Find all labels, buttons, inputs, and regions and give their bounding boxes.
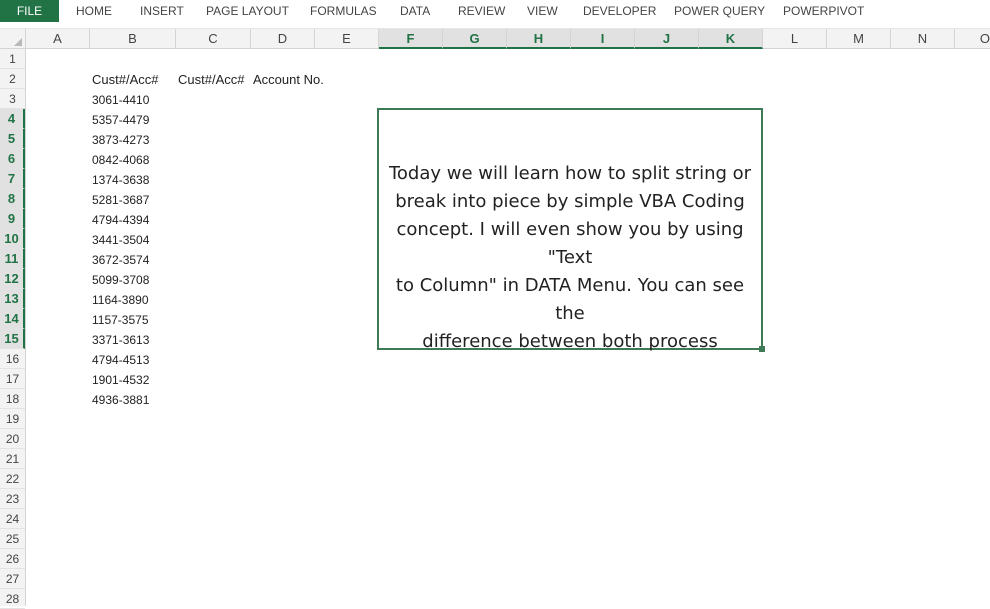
text-box-line: Today we will learn how to split string … — [388, 163, 752, 184]
ribbon-tab-bar: FILE HOME INSERT PAGE LAYOUT FORMULAS DA… — [0, 0, 990, 22]
column-header-k[interactable]: K — [699, 29, 763, 49]
cell-b6[interactable]: 0842-4068 — [92, 150, 149, 170]
column-header-h[interactable]: H — [507, 29, 571, 49]
tab-page-layout[interactable]: PAGE LAYOUT — [206, 0, 289, 22]
row-header-28[interactable]: 28 — [0, 589, 25, 609]
tab-data[interactable]: DATA — [400, 0, 430, 22]
cell-b7[interactable]: 1374-3638 — [92, 170, 149, 190]
cell-b8[interactable]: 5281-3687 — [92, 190, 149, 210]
column-header-e[interactable]: E — [315, 29, 379, 49]
cell-b12[interactable]: 5099-3708 — [92, 270, 149, 290]
column-header-j[interactable]: J — [635, 29, 699, 49]
text-box-line: difference between both process — [422, 331, 718, 352]
row-header-21[interactable]: 21 — [0, 449, 25, 469]
tab-developer[interactable]: DEVELOPER — [583, 0, 656, 22]
tab-home[interactable]: HOME — [76, 0, 112, 22]
cell-b10[interactable]: 3441-3504 — [92, 230, 149, 250]
row-header-3[interactable]: 3 — [0, 89, 25, 109]
text-box-line: to Column" in DATA Menu. You can see the — [395, 275, 745, 324]
column-header-n[interactable]: N — [891, 29, 955, 49]
row-header-4[interactable]: 4 — [0, 109, 25, 129]
row-header-1[interactable]: 1 — [0, 49, 25, 69]
row-header-8[interactable]: 8 — [0, 189, 25, 209]
cell-b9[interactable]: 4794-4394 — [92, 210, 149, 230]
tab-insert[interactable]: INSERT — [140, 0, 184, 22]
column-header-a[interactable]: A — [26, 29, 90, 49]
cell-b15[interactable]: 3371-3613 — [92, 330, 149, 350]
column-header-d[interactable]: D — [251, 29, 315, 49]
text-box-content: Today we will learn how to split string … — [379, 160, 761, 356]
cell-b5[interactable]: 3873-4273 — [92, 130, 149, 150]
row-header-15[interactable]: 15 — [0, 329, 25, 349]
select-all-button[interactable] — [0, 29, 26, 49]
column-header-b[interactable]: B — [90, 29, 176, 49]
resize-handle[interactable] — [759, 346, 765, 352]
column-header-f[interactable]: F — [379, 29, 443, 49]
column-header-c[interactable]: C — [176, 29, 251, 49]
row-header-23[interactable]: 23 — [0, 489, 25, 509]
column-header-o[interactable]: O — [955, 29, 990, 49]
row-header-bar: 1 2 3 4 5 6 7 8 9 10 11 12 13 14 15 16 1… — [0, 49, 26, 609]
cell-b11[interactable]: 3672-3574 — [92, 250, 149, 270]
cell-d2[interactable]: Account No. — [253, 70, 324, 90]
select-all-triangle-icon — [14, 38, 22, 46]
column-header-g[interactable]: G — [443, 29, 507, 49]
column-header-bar: A B C D E F G H I J K L M N O — [0, 28, 990, 49]
text-box-line: break into piece by simple VBA Coding — [395, 191, 745, 212]
tab-formulas[interactable]: FORMULAS — [310, 0, 377, 22]
text-box-line: concept. I will even show you by using "… — [396, 219, 744, 268]
cell-b14[interactable]: 1157-3575 — [92, 310, 149, 330]
cell-b16[interactable]: 4794-4513 — [92, 350, 149, 370]
text-box-shape[interactable]: Today we will learn how to split string … — [377, 108, 765, 352]
row-header-19[interactable]: 19 — [0, 409, 25, 429]
row-header-11[interactable]: 11 — [0, 249, 25, 269]
row-header-26[interactable]: 26 — [0, 549, 25, 569]
row-header-10[interactable]: 10 — [0, 229, 25, 249]
row-header-5[interactable]: 5 — [0, 129, 25, 149]
cell-c2[interactable]: Cust#/Acc# — [178, 70, 244, 90]
row-header-7[interactable]: 7 — [0, 169, 25, 189]
cell-b18[interactable]: 4936-3881 — [92, 390, 149, 410]
cell-b13[interactable]: 1164-3890 — [92, 290, 149, 310]
row-header-2[interactable]: 2 — [0, 69, 25, 89]
row-header-18[interactable]: 18 — [0, 389, 25, 409]
row-header-16[interactable]: 16 — [0, 349, 25, 369]
tab-review[interactable]: REVIEW — [458, 0, 505, 22]
row-header-27[interactable]: 27 — [0, 569, 25, 589]
row-header-25[interactable]: 25 — [0, 529, 25, 549]
cell-b3[interactable]: 3061-4410 — [92, 90, 149, 110]
tab-power-query[interactable]: POWER QUERY — [674, 0, 765, 22]
row-header-6[interactable]: 6 — [0, 149, 25, 169]
column-header-m[interactable]: M — [827, 29, 891, 49]
tab-file[interactable]: FILE — [0, 0, 59, 22]
tab-view[interactable]: VIEW — [527, 0, 558, 22]
row-header-17[interactable]: 17 — [0, 369, 25, 389]
row-header-20[interactable]: 20 — [0, 429, 25, 449]
cell-b17[interactable]: 1901-4532 — [92, 370, 149, 390]
row-header-13[interactable]: 13 — [0, 289, 25, 309]
column-header-i[interactable]: I — [571, 29, 635, 49]
row-header-22[interactable]: 22 — [0, 469, 25, 489]
row-header-14[interactable]: 14 — [0, 309, 25, 329]
cell-b4[interactable]: 5357-4479 — [92, 110, 149, 130]
tab-powerpivot[interactable]: POWERPIVOT — [783, 0, 864, 22]
row-header-9[interactable]: 9 — [0, 209, 25, 229]
column-header-l[interactable]: L — [763, 29, 827, 49]
cell-b2[interactable]: Cust#/Acc# — [92, 70, 158, 90]
row-header-24[interactable]: 24 — [0, 509, 25, 529]
row-header-12[interactable]: 12 — [0, 269, 25, 289]
